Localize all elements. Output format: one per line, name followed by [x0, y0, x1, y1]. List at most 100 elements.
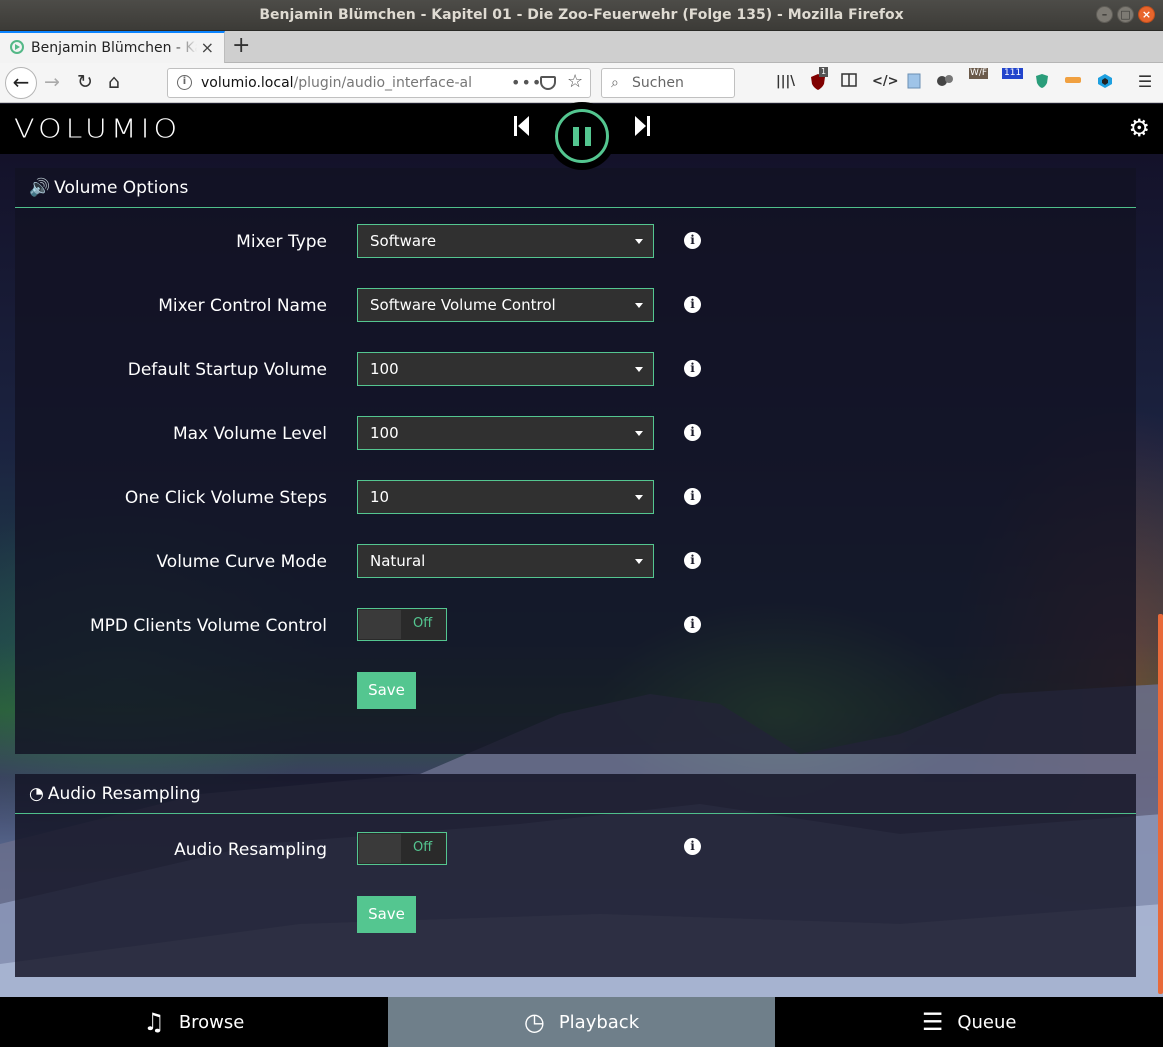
new-tab-button[interactable]: + — [232, 33, 250, 58]
url-bar[interactable]: i volumio.local/plugin/audio_interface-a… — [167, 68, 591, 98]
toggle-state: Off — [413, 616, 433, 631]
mixer-type-select[interactable]: Software — [357, 224, 654, 258]
volume-options-panel: 🔊 Volume Options Mixer Type Software i Mi… — [15, 168, 1136, 754]
tab-title: Benjamin Blümchen - Kapitel 01 - Die Zoo… — [31, 40, 197, 56]
pocket-icon[interactable] — [540, 76, 556, 90]
max-volume-level-value: 100 — [370, 424, 399, 442]
home-button[interactable]: ⌂ — [108, 71, 120, 93]
tab-bar: Benjamin Blümchen - Kapitel 01 - Die Zoo… — [0, 31, 1163, 63]
extension-file-icon[interactable] — [905, 73, 923, 91]
one-click-volume-steps-select[interactable]: 10 — [357, 480, 654, 514]
maximize-button[interactable]: □ — [1117, 6, 1134, 23]
tab-playback[interactable]: ◷ Playback — [387, 997, 776, 1047]
clock-icon: ◷ — [523, 1008, 545, 1036]
extension-dots-icon[interactable] — [936, 73, 954, 91]
audio-resampling-title: Audio Resampling — [47, 784, 201, 804]
max-volume-level-select[interactable]: 100 — [357, 416, 654, 450]
mixer-type-value: Software — [370, 232, 437, 250]
volume-options-title: Volume Options — [54, 178, 189, 198]
wf-label: W/F — [969, 68, 989, 79]
toggle-knob — [359, 610, 401, 639]
close-window-button[interactable]: × — [1138, 6, 1155, 23]
audio-resampling-header: ◔ Audio Resampling — [15, 774, 1136, 814]
play-pause-button[interactable] — [548, 102, 616, 170]
info-icon[interactable]: i — [684, 616, 701, 633]
chevron-down-icon — [635, 431, 643, 436]
one-click-volume-steps-value: 10 — [370, 488, 390, 506]
ublock-badge: 1 — [819, 67, 829, 77]
mixer-control-name-value: Software Volume Control — [370, 296, 556, 314]
music-note-icon: ♫ — [143, 1008, 165, 1036]
audio-resampling-toggle[interactable]: Off — [357, 832, 447, 865]
one-click-volume-steps-label: One Click Volume Steps — [124, 488, 327, 508]
chevron-down-icon — [635, 367, 643, 372]
reader-view-icon[interactable] — [840, 73, 858, 91]
counter-badge: 111 — [1002, 68, 1024, 79]
volumio-favicon-icon — [10, 40, 24, 54]
wf-extension-icon[interactable]: W/F — [969, 68, 993, 91]
url-host: volumio.local — [201, 75, 294, 91]
counter-extension-icon[interactable]: 111 — [1002, 68, 1026, 91]
chevron-down-icon — [635, 559, 643, 564]
volume-curve-mode-select[interactable]: Natural — [357, 544, 654, 578]
back-button[interactable]: ← — [5, 67, 37, 99]
list-icon: ☰ — [921, 1008, 944, 1036]
browser-tab-active[interactable]: Benjamin Blümchen - Kapitel 01 - Die Zoo… — [0, 31, 225, 63]
navigation-bar: ← → ↻ ⌂ i volumio.local/plugin/audio_int… — [0, 63, 1163, 103]
volume-curve-mode-label: Volume Curve Mode — [156, 552, 327, 572]
tab-queue-label: Queue — [957, 1011, 1017, 1033]
resampling-save-button[interactable]: Save — [357, 896, 416, 933]
info-icon[interactable]: i — [684, 838, 701, 855]
toggle-knob — [359, 834, 401, 863]
page-actions-icon[interactable]: ••• — [511, 73, 542, 92]
info-icon[interactable]: i — [684, 360, 701, 377]
mpd-clients-volume-toggle[interactable]: Off — [357, 608, 447, 641]
bookmark-star-icon[interactable]: ☆ — [567, 71, 583, 92]
volume-save-button[interactable]: Save — [357, 672, 416, 709]
tab-browse[interactable]: ♫ Browse — [0, 997, 388, 1047]
mixer-control-name-select[interactable]: Software Volume Control — [357, 288, 654, 322]
toggle-state: Off — [413, 840, 433, 855]
window-controls: – □ × — [1096, 6, 1155, 23]
developer-icon[interactable]: </> — [872, 73, 899, 91]
settings-gear-icon[interactable]: ⚙ — [1128, 114, 1150, 142]
dashboard-icon: ◔ — [29, 784, 44, 804]
chevron-down-icon — [635, 303, 643, 308]
audio-resampling-panel: ◔ Audio Resampling Audio Resampling Off i… — [15, 774, 1136, 977]
info-icon[interactable]: i — [684, 232, 701, 249]
cube-extension-icon[interactable] — [1096, 73, 1114, 91]
volume-curve-mode-value: Natural — [370, 552, 426, 570]
default-startup-volume-select[interactable]: 100 — [357, 352, 654, 386]
pause-icon — [555, 109, 609, 163]
site-info-icon[interactable]: i — [177, 75, 192, 90]
privacy-shield-icon[interactable] — [1033, 73, 1051, 91]
info-icon[interactable]: i — [684, 552, 701, 569]
mpd-clients-volume-control-label: MPD Clients Volume Control — [90, 616, 327, 636]
minimize-button[interactable]: – — [1096, 6, 1113, 23]
info-icon[interactable]: i — [684, 424, 701, 441]
info-icon[interactable]: i — [684, 296, 701, 313]
search-icon: ⌕ — [611, 75, 619, 91]
tab-playback-label: Playback — [558, 1011, 640, 1033]
next-track-button[interactable] — [632, 114, 652, 138]
tab-queue[interactable]: ☰ Queue — [775, 997, 1163, 1047]
info-icon[interactable]: i — [684, 488, 701, 505]
library-icon[interactable]: |||\ — [776, 73, 795, 91]
page-scrollbar[interactable] — [1158, 614, 1163, 994]
previous-track-button[interactable] — [512, 114, 532, 138]
ublock-icon[interactable]: 1 — [809, 67, 829, 91]
chevron-down-icon — [635, 495, 643, 500]
reload-button[interactable]: ↻ — [77, 71, 93, 93]
tab-close-icon[interactable]: × — [201, 38, 214, 57]
forward-button[interactable]: → — [44, 71, 60, 93]
search-input[interactable] — [632, 75, 732, 91]
url-text[interactable]: volumio.local/plugin/audio_interface-als… — [201, 75, 471, 91]
volumio-logo[interactable]: VOLUMIO — [14, 115, 181, 145]
window-title: Benjamin Blümchen - Kapitel 01 - Die Zoo… — [259, 7, 904, 23]
menu-hamburger-icon[interactable]: ☰ — [1136, 73, 1154, 91]
tab-browse-label: Browse — [178, 1011, 245, 1033]
url-path: /plugin/audio_interface-alsa_controller — [293, 75, 471, 91]
orange-extension-icon[interactable] — [1064, 73, 1082, 91]
search-bar[interactable]: ⌕ — [601, 68, 735, 98]
audio-resampling-label: Audio Resampling — [174, 840, 327, 860]
